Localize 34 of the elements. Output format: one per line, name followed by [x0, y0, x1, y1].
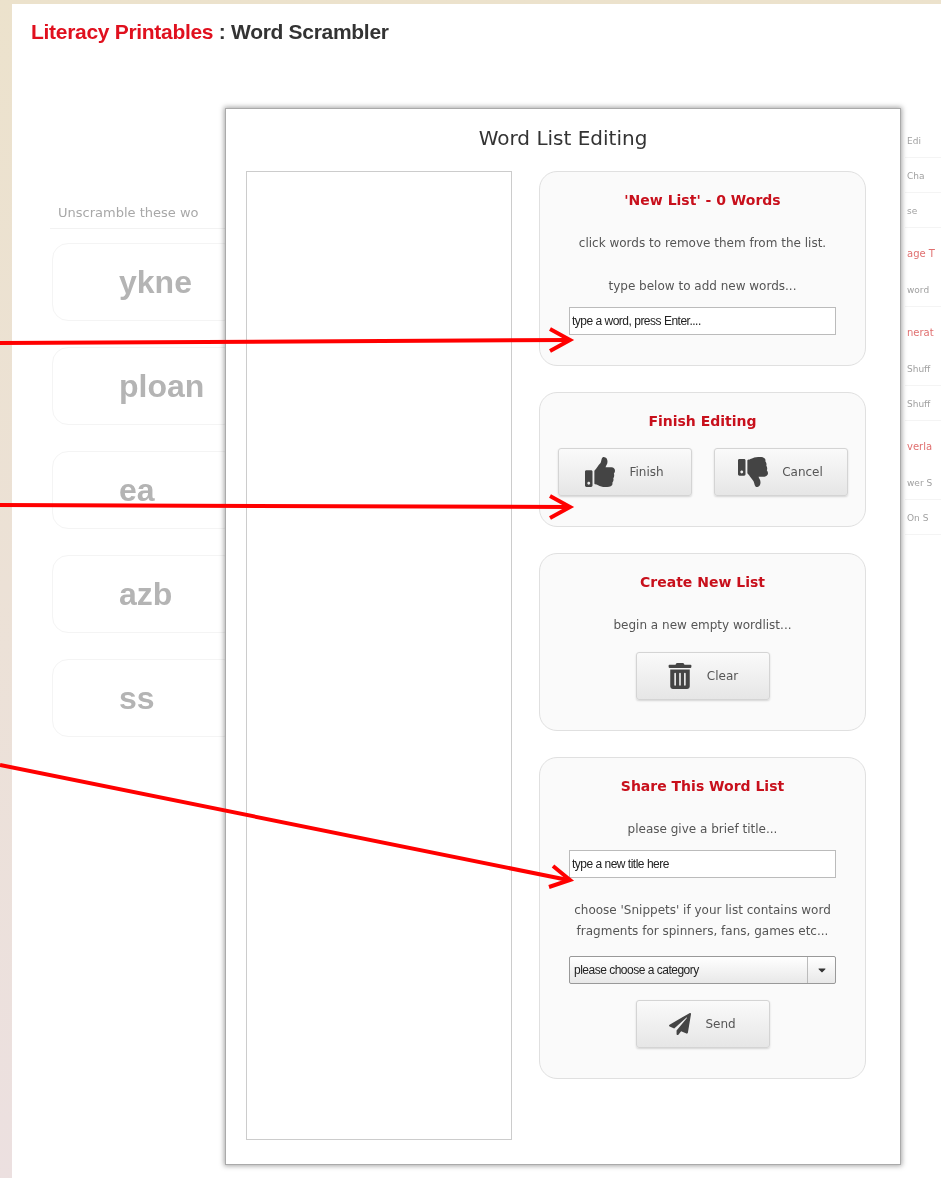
faint-section-heading: age T [907, 247, 935, 259]
instruction-text: type below to add new words... [607, 278, 798, 295]
icon-button[interactable]: Finish [557, 448, 692, 496]
page-title: Literacy Printables : Word Scrambler [30, 19, 390, 45]
thumbs-down-icon [738, 457, 769, 487]
dialog-title: Word List Editing [477, 125, 649, 152]
icon-button[interactable]: Send [635, 1000, 770, 1048]
instruction-text: please give a brief title... [626, 821, 779, 838]
paper-plane-icon [669, 1013, 692, 1035]
trash-icon [666, 663, 693, 689]
faint-label: word [907, 284, 930, 295]
icon-button[interactable]: Clear [635, 652, 770, 700]
faint-label: Shuff [907, 363, 931, 374]
faint-label: Shuff [907, 398, 931, 409]
faint-section-heading: verla [907, 440, 933, 452]
icon-button[interactable]: Cancel [713, 448, 848, 496]
text-input-field[interactable]: type a new title here [569, 850, 836, 878]
panel-heading: 'New List' - 0 Words [623, 191, 782, 210]
instruction-text: choose 'Snippets' if your list contains word fragments for spinners, fans, games etc... [573, 902, 832, 940]
faint-label: Edi [907, 135, 921, 146]
panel-heading: Create New List [639, 573, 766, 592]
faint-section-heading: nerat [907, 326, 934, 338]
faint-label: wer S [907, 477, 933, 488]
panel-heading: Finish Editing [647, 412, 758, 431]
word-list-box[interactable] [246, 171, 512, 1140]
text-input-field[interactable]: type a word, press Enter.... [569, 307, 836, 335]
instruction-text: begin a new empty wordlist... [612, 617, 793, 634]
thumbs-up-icon [585, 457, 616, 487]
faint-label: se [907, 205, 918, 216]
instruction-text: click words to remove them from the list. [577, 235, 828, 252]
panel-heading: Share This Word List [619, 777, 786, 796]
faint-label: On S [907, 512, 929, 523]
faint-label: Cha [907, 170, 925, 181]
category-select[interactable]: please choose a category [569, 956, 836, 984]
